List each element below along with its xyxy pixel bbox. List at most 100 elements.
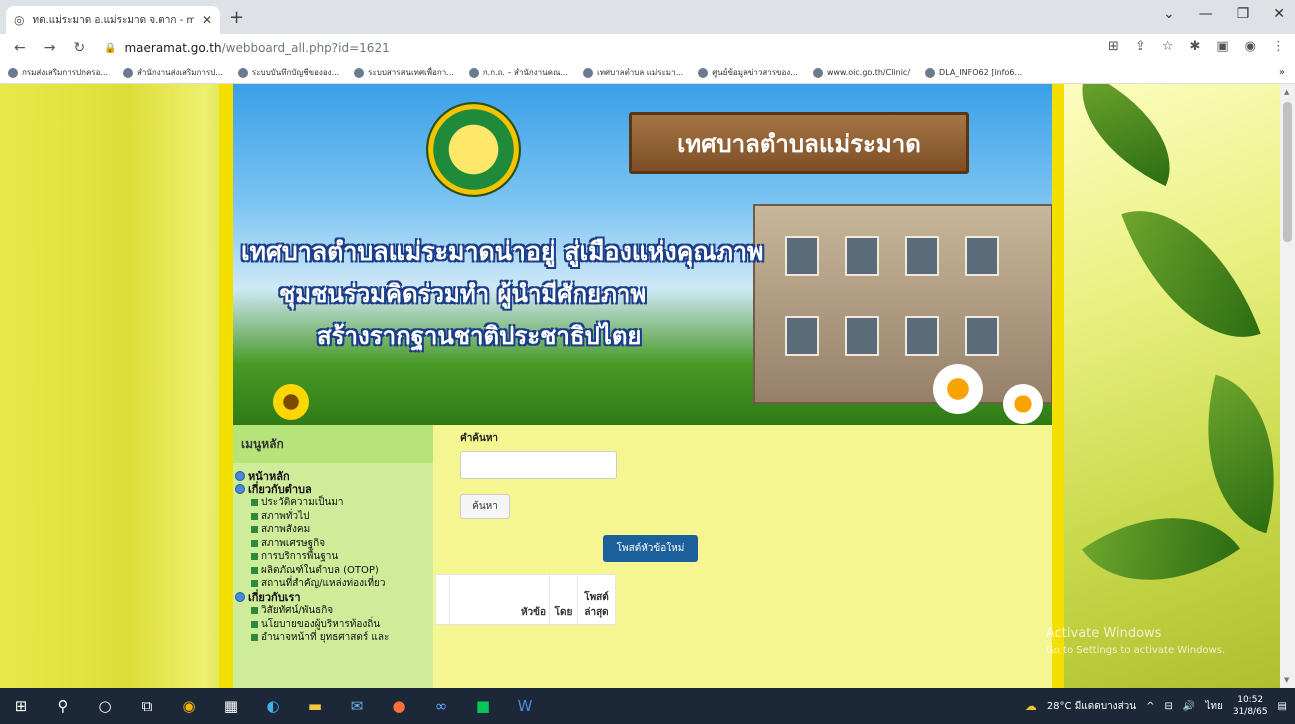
menu-item-authority[interactable]: อำนาจหน้าที่ ยุทธศาสตร์ และ bbox=[235, 631, 433, 645]
clock[interactable]: 10:52 31/8/65 bbox=[1233, 694, 1268, 718]
bookmark-item[interactable]: ก.ก.ถ. – สำนักงานคณ... bbox=[468, 66, 568, 79]
scroll-down-icon[interactable]: ▼ bbox=[1284, 676, 1289, 684]
bookmark-icon bbox=[812, 67, 823, 78]
profile-avatar[interactable]: ◉ bbox=[1245, 39, 1256, 54]
square-bullet-icon bbox=[251, 634, 258, 642]
line-icon[interactable]: ■ bbox=[462, 688, 504, 724]
new-tab-button[interactable]: + bbox=[229, 7, 244, 28]
main-menu: เมนูหลัก หน้าหลัก เกี่ยวกับตำบล ประวัติค… bbox=[233, 425, 433, 688]
bookmark-item[interactable]: www.oic.go.th/Clinic/ bbox=[812, 67, 910, 78]
sign-title: เทศบาลตำบลแม่ระมาด bbox=[677, 129, 921, 158]
square-bullet-icon bbox=[251, 607, 258, 615]
table-header-topic: หัวข้อ bbox=[449, 574, 550, 625]
language-indicator[interactable]: ไทย bbox=[1205, 699, 1222, 714]
menu-item-about-subdistrict[interactable]: เกี่ยวกับตำบล bbox=[235, 483, 433, 496]
chrome-icon[interactable]: ◉ bbox=[168, 688, 210, 724]
menu-item-economy[interactable]: สภาพเศรษฐกิจ bbox=[235, 537, 433, 551]
wooden-sign: เทศบาลตำบลแม่ระมาด bbox=[629, 112, 969, 174]
firefox-icon[interactable]: ● bbox=[378, 688, 420, 724]
close-window-button[interactable]: ✕ bbox=[1273, 6, 1285, 22]
bookmark-item[interactable]: สำนักงานส่งเสริมการป... bbox=[123, 66, 223, 79]
activate-windows-watermark: Activate Windows Go to Settings to activ… bbox=[1046, 626, 1225, 656]
menu-item-infrastructure[interactable]: การบริการพื้นฐาน bbox=[235, 550, 433, 564]
share-icon[interactable]: ⇪ bbox=[1135, 39, 1146, 54]
slogan-line-1: เทศบาลตำบลแม่ระมาดน่าอยู่ สู่เมืองแห่งคุ… bbox=[241, 237, 764, 266]
search-button[interactable]: ค้นหา bbox=[460, 494, 510, 519]
bookmark-icon bbox=[698, 67, 709, 78]
edge-icon[interactable]: ◐ bbox=[252, 688, 294, 724]
bookmark-item[interactable]: กรมส่งเสริมการปกครอ... bbox=[8, 66, 108, 79]
task-view-icon[interactable]: ⧉ bbox=[126, 688, 168, 724]
reload-icon[interactable]: ↻ bbox=[73, 40, 85, 56]
topics-table: หัวข้อ โดย โพสต์ล่าสุด bbox=[435, 574, 616, 625]
menu-icon[interactable]: ⋮ bbox=[1272, 39, 1285, 54]
scroll-up-icon[interactable]: ▲ bbox=[1284, 88, 1289, 96]
bookmark-item[interactable]: ศูนย์ข้อมูลข่าวสารของ... bbox=[698, 66, 798, 79]
cortana-icon[interactable]: ○ bbox=[84, 688, 126, 724]
search-icon[interactable]: ⚲ bbox=[42, 688, 84, 724]
bookmark-star-icon[interactable]: ☆ bbox=[1162, 39, 1174, 54]
square-bullet-icon bbox=[251, 580, 258, 588]
word-icon[interactable]: W bbox=[504, 688, 546, 724]
minimize-button[interactable]: — bbox=[1199, 6, 1213, 22]
translate-icon[interactable]: ⊞ bbox=[1108, 39, 1119, 54]
scrollbar-thumb[interactable] bbox=[1283, 102, 1292, 242]
weather-text[interactable]: 28°C มีแดดบางส่วน bbox=[1047, 699, 1136, 714]
menu-item-policy[interactable]: นโยบายของผู้บริหารท้องถิ่น bbox=[235, 618, 433, 632]
notification-icon[interactable]: ▤ bbox=[1278, 701, 1287, 712]
flower-decoration bbox=[1003, 384, 1043, 424]
windows-start-icon[interactable]: ⊞ bbox=[0, 688, 42, 724]
extensions-icon[interactable]: ✱ bbox=[1189, 39, 1200, 54]
circle-bullet-icon bbox=[235, 484, 245, 495]
calculator-icon[interactable]: ▦ bbox=[210, 688, 252, 724]
maximize-button[interactable]: ❐ bbox=[1237, 6, 1250, 22]
header-banner: เทศบาลตำบลแม่ระมาด เทศบาลตำบลแม่ระมาดน่า… bbox=[233, 84, 1052, 425]
windows-taskbar: ⊞ ⚲ ○ ⧉ ◉ ▦ ◐ ▬ ✉ ● ∞ ■ W ☁ 28°C มีแดดบา… bbox=[0, 688, 1295, 724]
url-path: /webboard_all.php?id=1621 bbox=[221, 41, 390, 55]
address-bar-row: ← → ↻ 🔒 maeramat.go.th/webboard_all.php?… bbox=[0, 34, 1295, 62]
bookmark-icon bbox=[468, 67, 479, 78]
bookmark-item[interactable]: ระบบสารสนเทศเพื่อกา... bbox=[354, 66, 454, 79]
url-field[interactable]: 🔒 maeramat.go.th/webboard_all.php?id=162… bbox=[104, 37, 1084, 59]
connect-icon[interactable]: ∞ bbox=[420, 688, 462, 724]
vertical-scrollbar[interactable]: ▲ ▼ bbox=[1280, 84, 1295, 688]
sidepanel-icon[interactable]: ▣ bbox=[1216, 39, 1228, 54]
new-post-button[interactable]: โพสต์หัวข้อใหม่ bbox=[603, 535, 698, 562]
network-icon[interactable]: ⊟ bbox=[1165, 701, 1173, 712]
building-illustration bbox=[753, 204, 1052, 404]
file-explorer-icon[interactable]: ▬ bbox=[294, 688, 336, 724]
menu-item-vision[interactable]: วิสัยทัศน์/พันธกิจ bbox=[235, 604, 433, 618]
flower-decoration bbox=[933, 364, 983, 414]
search-input[interactable] bbox=[460, 451, 617, 479]
menu-item-history[interactable]: ประวัติความเป็นมา bbox=[235, 496, 433, 510]
tab-search-icon[interactable]: ⌄ bbox=[1163, 6, 1175, 22]
table-header-blank bbox=[435, 574, 450, 625]
watermark-title: Activate Windows bbox=[1046, 626, 1162, 641]
window-controls: ⌄ — ❐ ✕ bbox=[1163, 6, 1285, 22]
menu-item-otop[interactable]: ผลิตภัณฑ์ในตำบล (OTOP) bbox=[235, 564, 433, 578]
menu-item-social[interactable]: สภาพสังคม bbox=[235, 523, 433, 537]
close-tab-icon[interactable]: ✕ bbox=[202, 13, 212, 27]
bookmark-item[interactable]: ระบบบันทึกบัญชีขององ... bbox=[237, 66, 339, 79]
chevron-up-icon[interactable]: ^ bbox=[1146, 701, 1154, 712]
globe-icon: ◎ bbox=[14, 13, 25, 27]
more-bookmarks-icon[interactable]: » bbox=[1279, 67, 1285, 78]
menu-item-general[interactable]: สภาพทั่วไป bbox=[235, 510, 433, 524]
menu-header: เมนูหลัก bbox=[233, 425, 433, 463]
clock-time: 10:52 bbox=[1237, 695, 1264, 705]
browser-tab[interactable]: ◎ ทต.แม่ระมาด อ.แม่ระมาด จ.ตาก - mae ✕ bbox=[6, 6, 220, 34]
flower-decoration bbox=[273, 384, 309, 420]
bookmark-icon bbox=[354, 67, 365, 78]
background-leaves bbox=[1056, 84, 1280, 688]
forward-icon[interactable]: → bbox=[44, 40, 56, 56]
slogan-line-2: ชุมชนร่วมคิดร่วมทำ ผู้นำมีศักยภาพ bbox=[279, 280, 647, 308]
back-icon[interactable]: ← bbox=[14, 40, 26, 56]
mail-icon[interactable]: ✉ bbox=[336, 688, 378, 724]
bookmark-item[interactable]: เทศบาลตำบล แม่ระมา... bbox=[583, 66, 683, 79]
bookmark-icon bbox=[237, 67, 248, 78]
bookmark-item[interactable]: DLA_INFO62 [info6... bbox=[925, 67, 1022, 78]
menu-item-about-us[interactable]: เกี่ยวกับเรา bbox=[235, 591, 433, 604]
square-bullet-icon bbox=[251, 539, 258, 547]
volume-icon[interactable]: 🔊 bbox=[1183, 701, 1195, 712]
weather-icon: ☁ bbox=[1024, 699, 1037, 713]
